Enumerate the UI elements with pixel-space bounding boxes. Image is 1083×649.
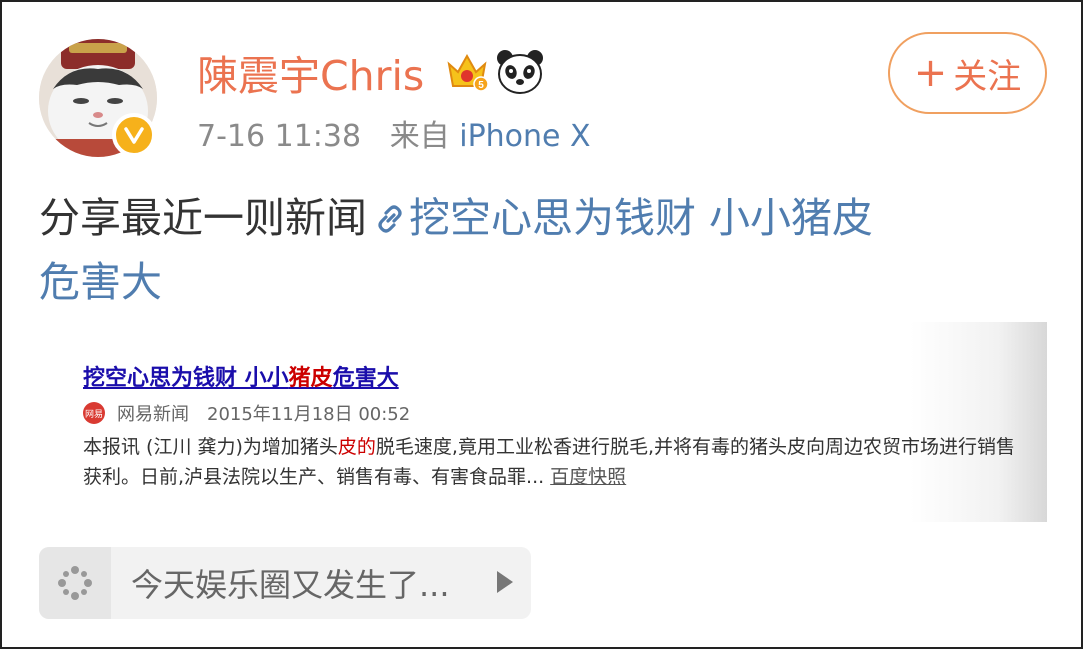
snapshot-link[interactable]: 百度快照 — [550, 466, 626, 488]
card-title-part1[interactable]: 挖空心思为钱财 小小 — [83, 366, 289, 391]
card-date: 2015年11月18日 00:52 — [207, 404, 411, 425]
link-icon — [373, 192, 407, 252]
post-meta: 7-16 11:38 来自 iPhone X — [197, 114, 591, 160]
panda-icon[interactable] — [496, 49, 544, 99]
card-snippet: 本报讯 (江川 龚力)为增加猪头皮的脱毛速度,竟用工业松香进行脱毛,并将有毒的猪… — [83, 432, 1033, 492]
card-title-highlight[interactable]: 猪皮 — [289, 366, 333, 391]
post-text: 分享最近一则新闻 — [39, 194, 367, 242]
follow-label: 关注 — [953, 56, 1022, 97]
author-name[interactable]: 陳震宇Chris — [197, 46, 424, 106]
post-source[interactable]: iPhone X — [459, 119, 590, 154]
follow-button[interactable]: + 关注 — [888, 32, 1047, 114]
netease-news-icon: 网易 — [83, 402, 105, 424]
play-arrow-icon — [497, 571, 513, 593]
post-time: 7-16 11:38 — [197, 119, 362, 154]
post-content: 分享最近一则新闻 挖空心思为钱财 小小猪皮危害大 — [39, 188, 1049, 312]
topic-sparkle-icon — [39, 547, 111, 619]
news-card[interactable]: 挖空心思为钱财 小小猪皮危害大 网易 网易新闻 2015年11月18日 00:5… — [67, 322, 1047, 522]
svg-text:5: 5 — [478, 80, 484, 91]
source-prefix: 来自 — [389, 119, 450, 154]
news-link-text-line1[interactable]: 挖空心思为钱财 小小猪皮 — [409, 194, 873, 242]
plus-icon: + — [913, 50, 948, 96]
card-source-name: 网易新闻 — [117, 404, 189, 425]
card-title-part3[interactable]: 危害大 — [333, 366, 399, 391]
weibo-post: 陳震宇Chris 5 7-16 11:38 来自 iPhone X + 关注 分 — [0, 0, 1083, 649]
snippet-highlight: 皮的 — [337, 436, 376, 458]
card-title[interactable]: 挖空心思为钱财 小小猪皮危害大 — [83, 360, 399, 392]
news-link-text-line2[interactable]: 危害大 — [39, 258, 162, 306]
topic-text: 今天娱乐圈又发生了... — [131, 566, 450, 604]
verified-v-icon — [112, 113, 156, 157]
card-source: 网易 网易新闻 2015年11月18日 00:52 — [83, 400, 410, 426]
topic-bar[interactable]: 今天娱乐圈又发生了... — [39, 547, 531, 619]
crown-badge-icon[interactable]: 5 — [445, 50, 489, 98]
snippet-part1: 本报讯 (江川 龚力)为增加猪头 — [83, 436, 338, 458]
